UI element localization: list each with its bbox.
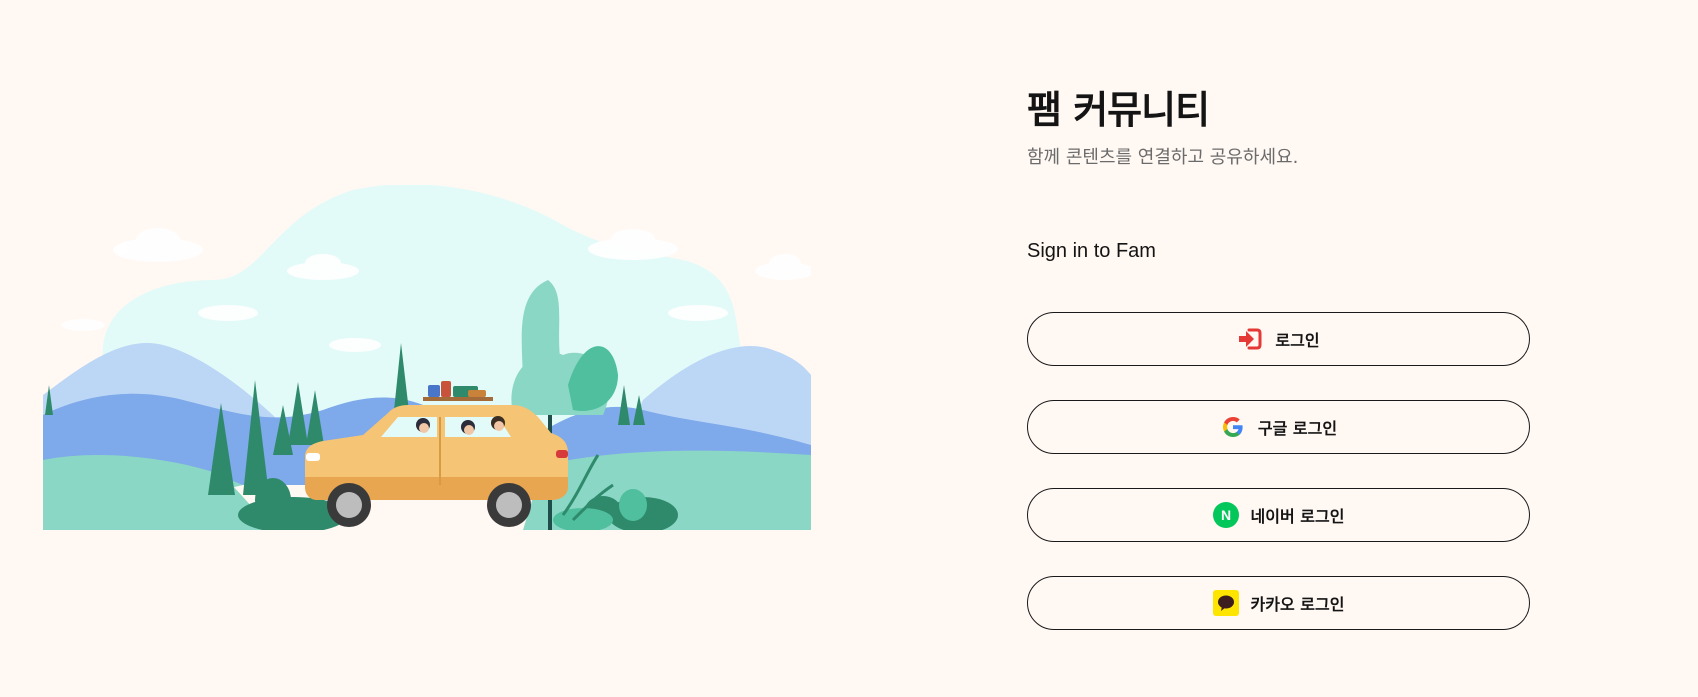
- login-page: 팸 커뮤니티 함께 콘텐츠를 연결하고 공유하세요. Sign in to Fa…: [0, 0, 1698, 697]
- login-button[interactable]: 로그인: [1027, 312, 1530, 366]
- login-button-label: 로그인: [1275, 331, 1320, 350]
- kakao-icon: [1212, 590, 1239, 616]
- naver-login-button-label: 네이버 로그인: [1250, 507, 1345, 526]
- page-subtitle: 함께 콘텐츠를 연결하고 공유하세요.: [1027, 147, 1299, 168]
- sign-in-icon: [1237, 326, 1263, 352]
- road-trip-illustration-svg: [43, 185, 811, 530]
- google-login-button-label: 구글 로그인: [1257, 419, 1338, 438]
- kakao-login-button[interactable]: 카카오 로그인: [1027, 576, 1530, 630]
- naver-login-button[interactable]: N 네이버 로그인: [1027, 488, 1530, 542]
- naver-icon: N: [1212, 502, 1239, 528]
- google-icon: [1220, 414, 1246, 440]
- road-trip-illustration: [43, 185, 811, 530]
- login-panel: 팸 커뮤니티 함께 콘텐츠를 연결하고 공유하세요. Sign in to Fa…: [1027, 0, 1532, 697]
- signin-heading: Sign in to Fam: [1027, 240, 1156, 262]
- page-title: 팸 커뮤니티: [1027, 88, 1210, 132]
- google-login-button[interactable]: 구글 로그인: [1027, 400, 1530, 454]
- naver-icon-letter: N: [1220, 507, 1230, 523]
- kakao-login-button-label: 카카오 로그인: [1250, 595, 1345, 614]
